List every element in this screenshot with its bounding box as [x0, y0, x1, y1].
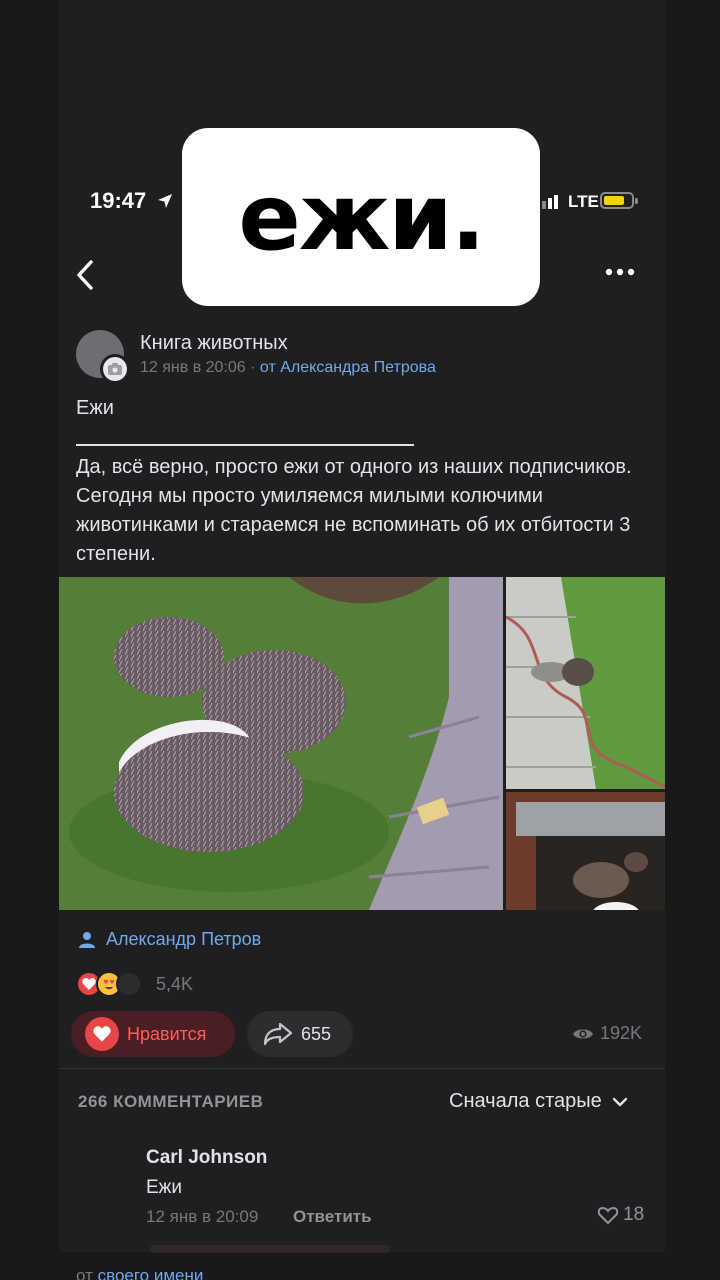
sticker-overlay: ежи.: [182, 128, 540, 306]
like-button[interactable]: Нравится: [71, 1011, 235, 1057]
post-date: 12 янв в 20:06: [140, 359, 246, 376]
photo-hedgehog-path[interactable]: [506, 577, 665, 789]
views-counter: 192K: [572, 1023, 642, 1044]
comment-like-button[interactable]: 18: [597, 1204, 644, 1226]
post-from-prefix[interactable]: от: [260, 359, 276, 376]
divider-line: [76, 444, 414, 446]
reactions-count: 5,4K: [156, 973, 194, 994]
photo-hedgehog-step[interactable]: [506, 792, 665, 910]
comment-author[interactable]: Carl Johnson: [146, 1147, 267, 1169]
share-count: 655: [301, 1023, 332, 1044]
group-name[interactable]: Книга животных: [140, 332, 288, 355]
heart-icon: [93, 1026, 111, 1042]
battery-icon: [600, 192, 638, 209]
share-button[interactable]: 655: [247, 1011, 353, 1057]
footer-prefix: от: [76, 1266, 93, 1280]
person-icon: [79, 931, 95, 948]
network-label: LTE: [568, 192, 599, 211]
share-arrow-icon: [263, 1022, 293, 1046]
location-arrow-icon: [158, 194, 172, 208]
sort-label[interactable]: Сначала старые: [449, 1090, 602, 1113]
comments-divider: [59, 1068, 665, 1069]
next-comment-peek: [150, 1245, 390, 1253]
post-text: Да, всё верно, просто ежи от одного из н…: [76, 456, 632, 565]
comment-as-selector[interactable]: от своего имени: [76, 1266, 203, 1280]
comments-count: 266 КОММЕНТАРИЕВ: [78, 1092, 264, 1111]
eye-icon: [573, 1029, 593, 1038]
comment-date: 12 янв в 20:09: [146, 1207, 259, 1226]
footer-identity-link[interactable]: своего имени: [98, 1266, 204, 1280]
photo-hedgehogs-main[interactable]: [59, 577, 503, 910]
post-signature[interactable]: Александр Петров: [78, 929, 261, 950]
camera-icon: [108, 363, 122, 375]
comment-text: Ежи: [146, 1177, 182, 1198]
avatar-badge: [100, 354, 130, 384]
back-chevron-icon[interactable]: [72, 258, 100, 292]
views-count: 192K: [600, 1023, 643, 1043]
meta-separator: ·: [250, 359, 256, 376]
status-time: 19:47: [90, 188, 147, 213]
comment-like-count: 18: [623, 1204, 645, 1225]
heart-outline-icon: [597, 1206, 619, 1224]
comments-sort-dropdown[interactable]: Сначала старые: [449, 1090, 628, 1113]
comment-reply-button[interactable]: Ответить: [293, 1207, 372, 1227]
signature-name[interactable]: Александр Петров: [106, 929, 261, 950]
post-title: Ежи: [76, 397, 114, 419]
reaction-placeholder: [116, 971, 142, 997]
chevron-down-icon: [612, 1097, 627, 1106]
like-label: Нравится: [127, 1023, 207, 1044]
photo-grid: [59, 577, 665, 910]
post-author-link[interactable]: Александра Петрова: [280, 359, 436, 376]
more-icon[interactable]: [602, 262, 638, 282]
reactions-summary[interactable]: 5,4K: [76, 971, 193, 997]
post-meta: 12 янв в 20:06 · от Александра Петрова: [140, 359, 436, 377]
